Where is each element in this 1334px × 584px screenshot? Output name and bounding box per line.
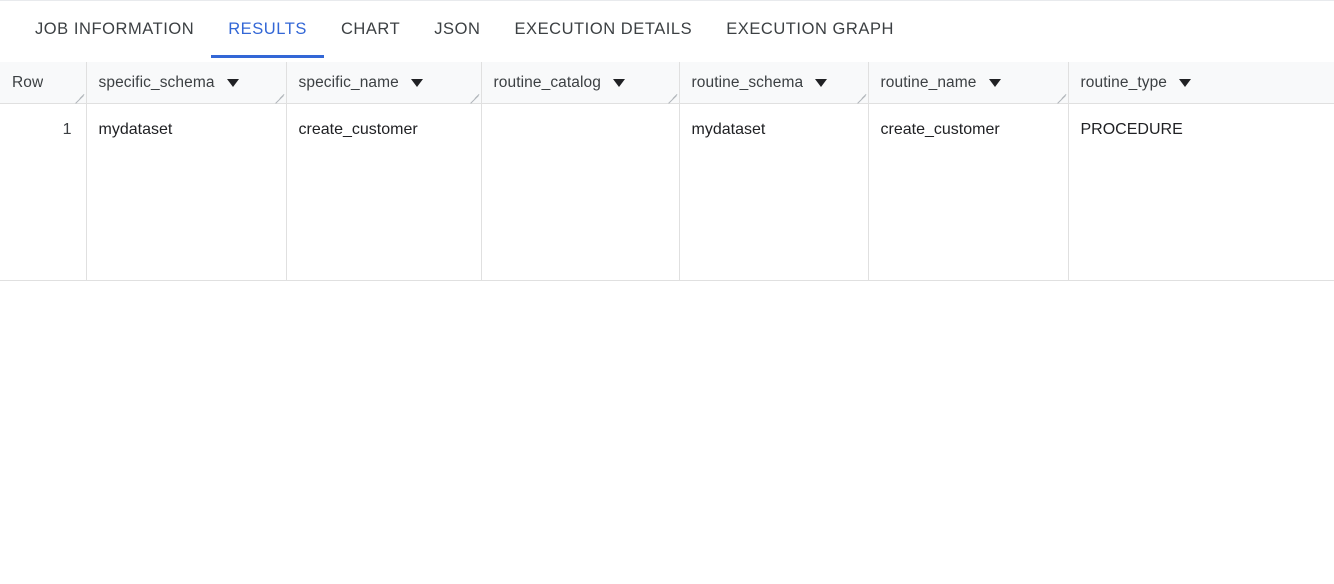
table-cell-value-routine_type: PROCEDURE	[1069, 104, 1334, 140]
column-header-content-specific_name: specific_name	[287, 62, 481, 103]
column-header-specific_schema[interactable]: specific_schema	[86, 62, 286, 104]
column-header-label-specific_schema: specific_schema	[99, 74, 215, 92]
column-header-label-routine_schema: routine_schema	[692, 74, 804, 92]
table-cell-value-specific_name: create_customer	[287, 104, 481, 140]
tab-results[interactable]: RESULTS	[211, 1, 324, 58]
column-header-routine_schema[interactable]: routine_schema	[679, 62, 868, 104]
column-header-routine_type[interactable]: routine_type	[1068, 62, 1334, 104]
tab-job-information[interactable]: JOB INFORMATION	[18, 1, 211, 58]
table-cell-specific_name: create_customer	[286, 104, 481, 280]
column-header-row[interactable]: Row	[0, 62, 86, 104]
caret-down-icon[interactable]	[613, 79, 625, 87]
column-header-label-specific_name: specific_name	[299, 74, 399, 92]
results-table-body: 1mydatasetcreate_customermydatasetcreate…	[0, 104, 1334, 280]
column-resize-handle-icon[interactable]	[856, 91, 867, 102]
column-header-content-routine_schema: routine_schema	[680, 62, 868, 103]
column-header-content-routine_name: routine_name	[869, 62, 1068, 103]
table-cell-value-routine_catalog	[482, 104, 679, 120]
tab-chart[interactable]: CHART	[324, 1, 417, 58]
tab-execution-details[interactable]: EXECUTION DETAILS	[497, 1, 709, 58]
results-table: Row specific_schema specific_name routine_c…	[0, 62, 1334, 280]
column-header-content-routine_catalog: routine_catalog	[482, 62, 679, 103]
tab-json[interactable]: JSON	[417, 1, 497, 58]
results-empty-area	[0, 281, 1334, 584]
caret-down-icon[interactable]	[411, 79, 423, 87]
table-row[interactable]: 1mydatasetcreate_customermydatasetcreate…	[0, 104, 1334, 280]
table-cell-value-routine_schema: mydataset	[680, 104, 868, 140]
caret-down-icon[interactable]	[1179, 79, 1191, 87]
caret-down-icon[interactable]	[989, 79, 1001, 87]
table-cell-value-routine_name: create_customer	[869, 104, 1068, 140]
results-table-container: Row specific_schema specific_name routine_c…	[0, 62, 1334, 281]
column-resize-handle-icon[interactable]	[667, 91, 678, 102]
table-cell-row: 1	[0, 104, 86, 280]
results-table-head: Row specific_schema specific_name routine_c…	[0, 62, 1334, 104]
column-header-label-routine_name: routine_name	[881, 74, 977, 92]
column-header-routine_name[interactable]: routine_name	[868, 62, 1068, 104]
table-cell-value-row: 1	[0, 104, 86, 140]
table-cell-specific_schema: mydataset	[86, 104, 286, 280]
table-cell-routine_name: create_customer	[868, 104, 1068, 280]
table-cell-routine_schema: mydataset	[679, 104, 868, 280]
table-cell-routine_type: PROCEDURE	[1068, 104, 1334, 280]
results-table-header-row: Row specific_schema specific_name routine_c…	[0, 62, 1334, 104]
column-resize-handle-icon[interactable]	[469, 91, 480, 102]
caret-down-icon[interactable]	[227, 79, 239, 87]
caret-down-icon[interactable]	[815, 79, 827, 87]
column-header-label-row: Row	[12, 74, 43, 92]
column-resize-handle-icon[interactable]	[274, 91, 285, 102]
column-resize-handle-icon[interactable]	[1056, 91, 1067, 102]
column-header-content-specific_schema: specific_schema	[87, 62, 286, 103]
tab-execution-graph[interactable]: EXECUTION GRAPH	[709, 1, 911, 58]
table-cell-value-specific_schema: mydataset	[87, 104, 286, 140]
column-header-routine_catalog[interactable]: routine_catalog	[481, 62, 679, 104]
results-tab-bar: JOB INFORMATIONRESULTSCHARTJSONEXECUTION…	[0, 0, 1334, 62]
column-header-label-routine_catalog: routine_catalog	[494, 74, 602, 92]
column-header-specific_name[interactable]: specific_name	[286, 62, 481, 104]
column-header-content-routine_type: routine_type	[1069, 62, 1334, 103]
table-cell-routine_catalog	[481, 104, 679, 280]
column-header-label-routine_type: routine_type	[1081, 74, 1168, 92]
query-results-panel: JOB INFORMATIONRESULTSCHARTJSONEXECUTION…	[0, 0, 1334, 580]
column-resize-handle-icon[interactable]	[74, 91, 85, 102]
